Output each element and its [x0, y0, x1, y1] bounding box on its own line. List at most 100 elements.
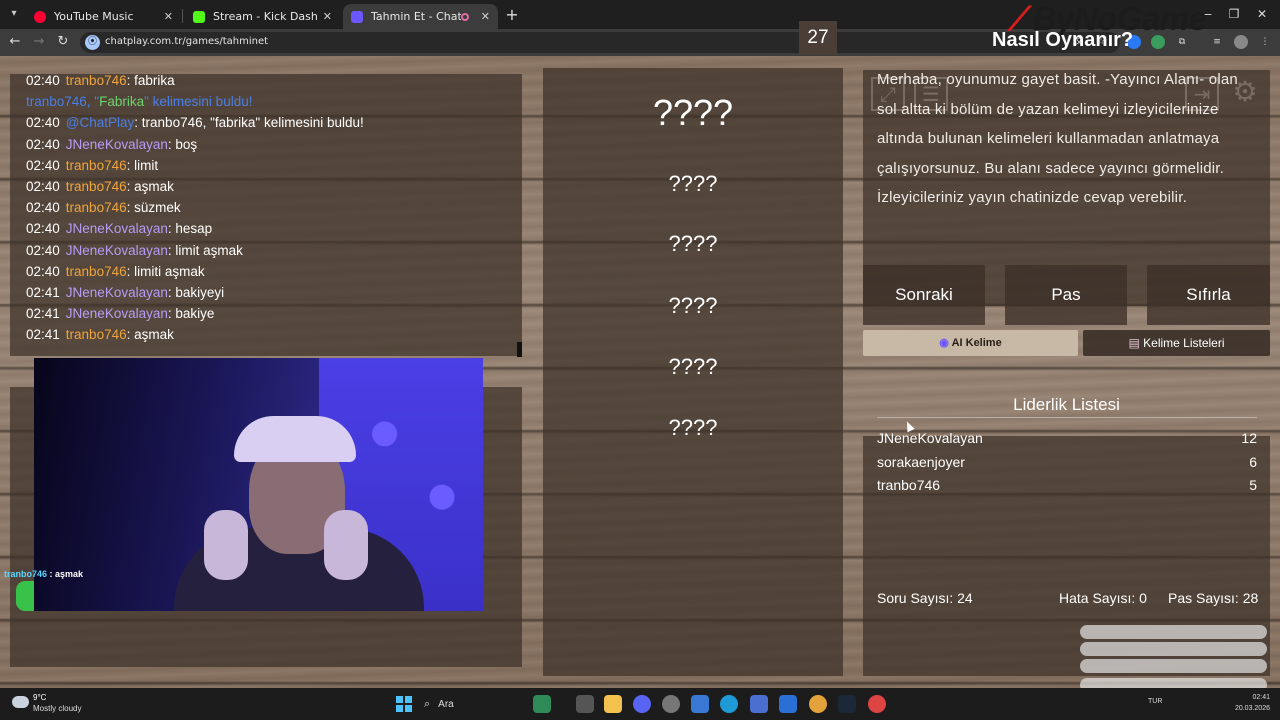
forbidden-word: ????	[668, 293, 718, 318]
chat-message: 02:40 tranbo746: süzmek	[26, 197, 364, 218]
word-lists-button[interactable]: ▤ Kelime Listeleri	[1083, 330, 1270, 356]
clock-date[interactable]: 20.03.2026	[1214, 705, 1270, 712]
player-name: sorakaenjoyer	[877, 453, 965, 470]
reading-list-icon[interactable]: ≡	[1210, 35, 1224, 49]
message-text: bakiyeyi	[175, 284, 225, 300]
ai-icon: ◉	[939, 337, 949, 349]
chat-scrollbar[interactable]	[517, 342, 522, 357]
message-username[interactable]: tranbo746	[66, 158, 127, 173]
discord-icon[interactable]	[633, 695, 651, 713]
message-text: bakiye	[175, 306, 215, 322]
edge-icon[interactable]	[720, 695, 738, 713]
leaderboard-title: Liderlik Listesi	[1013, 395, 1120, 414]
browser-menu-icon[interactable]: ⋮	[1258, 35, 1272, 49]
ai-word-label: AI Kelime	[951, 337, 1002, 349]
close-tab-icon[interactable]: ✕	[323, 10, 332, 23]
message-username[interactable]: @ChatPlay	[66, 115, 134, 130]
streamer-cap	[234, 416, 356, 462]
message-username[interactable]: tranbo746	[66, 264, 127, 279]
close-window-icon[interactable]: ✕	[1252, 4, 1272, 24]
tab-kick-dashboard[interactable]: Stream - Kick Dashboard ✕	[185, 4, 340, 29]
site-info-icon[interactable]: ⦿	[85, 35, 100, 50]
forward-icon[interactable]: →	[30, 33, 48, 51]
youtube-music-icon	[34, 10, 46, 23]
back-icon[interactable]: ←	[6, 33, 24, 51]
url-text: chatplay.com.tr/games/tahminet	[105, 36, 269, 47]
message-separator: :	[126, 327, 135, 343]
tab-tahmin-et[interactable]: Tahmin Et - ChatPlay ✕	[343, 4, 498, 29]
new-tab-button[interactable]: +	[503, 5, 521, 24]
notification-toast[interactable]	[1080, 659, 1267, 673]
restore-icon[interactable]: ❐	[1224, 4, 1244, 24]
next-button[interactable]: Sonraki	[863, 265, 985, 325]
message-text: aşmak	[134, 178, 174, 194]
close-tab-icon[interactable]: ✕	[164, 10, 173, 23]
notification-toast[interactable]	[1080, 642, 1267, 656]
message-username[interactable]: JNeneKovalayan	[66, 285, 168, 300]
forbidden-word: ????	[668, 171, 718, 196]
chat-message: 02:40 JNeneKovalayan: hesap	[26, 218, 364, 239]
player-name: tranbo746	[877, 477, 941, 493]
chat-message: 02:41 tranbo746: aşmak	[26, 324, 364, 345]
system-announcement: tranbo746, "Fabrika" kelimesini buldu!	[26, 94, 252, 109]
chat-message: 02:40 @ChatPlay: tranbo746, "fabrika" kel…	[26, 112, 364, 133]
message-time: 02:40	[26, 221, 60, 237]
close-tab-icon[interactable]: ✕	[481, 10, 490, 23]
weather-cloud-icon[interactable]	[12, 696, 29, 708]
notification-toast[interactable]	[1080, 625, 1267, 639]
message-username[interactable]: JNeneKovalayan	[66, 221, 168, 236]
forbidden-word: ????	[668, 354, 718, 379]
tab-search-button[interactable]: ▾	[6, 6, 22, 22]
message-separator: :	[126, 263, 135, 279]
chat-message: 02:41 JNeneKovalayan: bakiyeyi	[26, 282, 364, 303]
found-word: Fabrika	[99, 94, 145, 110]
chat-message: 02:40 JNeneKovalayan: boş	[26, 134, 364, 155]
message-username[interactable]: tranbo746	[66, 179, 127, 194]
chrome-icon[interactable]	[809, 695, 827, 713]
message-time: 02:40	[26, 115, 60, 131]
message-time: 02:40	[26, 74, 60, 88]
file-explorer-icon[interactable]	[604, 695, 622, 713]
reset-button[interactable]: Sıfırla	[1147, 265, 1270, 325]
message-time: 02:40	[26, 263, 60, 279]
app-icon[interactable]	[662, 695, 680, 713]
tab-youtube-music[interactable]: YouTube Music ✕	[26, 4, 181, 29]
clock-time[interactable]: 02:41	[1230, 694, 1270, 701]
message-username[interactable]: tranbo746	[66, 200, 127, 215]
app-icon[interactable]	[691, 695, 709, 713]
overlay-username: tranbo746	[4, 569, 48, 579]
message-separator: :	[126, 157, 135, 173]
language-indicator[interactable]: TUR	[1148, 698, 1162, 705]
list-icon: ▤	[1128, 336, 1140, 350]
question-count: Soru Sayısı: 24	[877, 590, 973, 606]
mail-icon[interactable]	[779, 695, 797, 713]
steam-icon[interactable]	[838, 695, 856, 713]
pass-button[interactable]: Pas	[1005, 265, 1127, 325]
weather-description: Mostly cloudy	[33, 704, 82, 713]
message-username[interactable]: JNeneKovalayan	[66, 137, 168, 152]
leaderboard-row: tranbo746 5	[877, 474, 1257, 498]
message-username[interactable]: tranbo746	[66, 74, 127, 88]
chat-message: 02:40 tranbo746: limit	[26, 155, 364, 176]
store-icon[interactable]	[750, 695, 768, 713]
streamer-hand	[204, 510, 248, 580]
message-separator: :	[134, 115, 142, 131]
message-username[interactable]: JNeneKovalayan	[66, 306, 168, 321]
rules-title: Nasıl Oynanır?	[992, 29, 1134, 51]
message-username[interactable]: JNeneKovalayan	[66, 243, 168, 258]
message-time: 02:41	[26, 284, 60, 300]
search-placeholder: Ara	[438, 699, 454, 710]
message-text: boş	[175, 136, 198, 152]
current-word: ????	[652, 92, 734, 133]
message-username[interactable]: tranbo746	[66, 327, 127, 342]
profile-avatar-icon[interactable]	[1234, 35, 1248, 49]
chrome-alt-icon[interactable]	[868, 695, 886, 713]
reload-icon[interactable]: ↻	[54, 33, 72, 51]
start-button[interactable]	[396, 696, 412, 712]
ai-word-button[interactable]: ◉ AI Kelime	[863, 330, 1078, 356]
chat-panel: 02:40 tranbo746: fabrika tranbo746, "Fabri…	[10, 74, 522, 356]
address-bar[interactable]: ⦿ chatplay.com.tr/games/tahminet	[80, 32, 1120, 53]
widgets-icon[interactable]	[533, 695, 551, 713]
task-view-icon[interactable]	[576, 695, 594, 713]
chatplay-icon	[351, 10, 363, 23]
